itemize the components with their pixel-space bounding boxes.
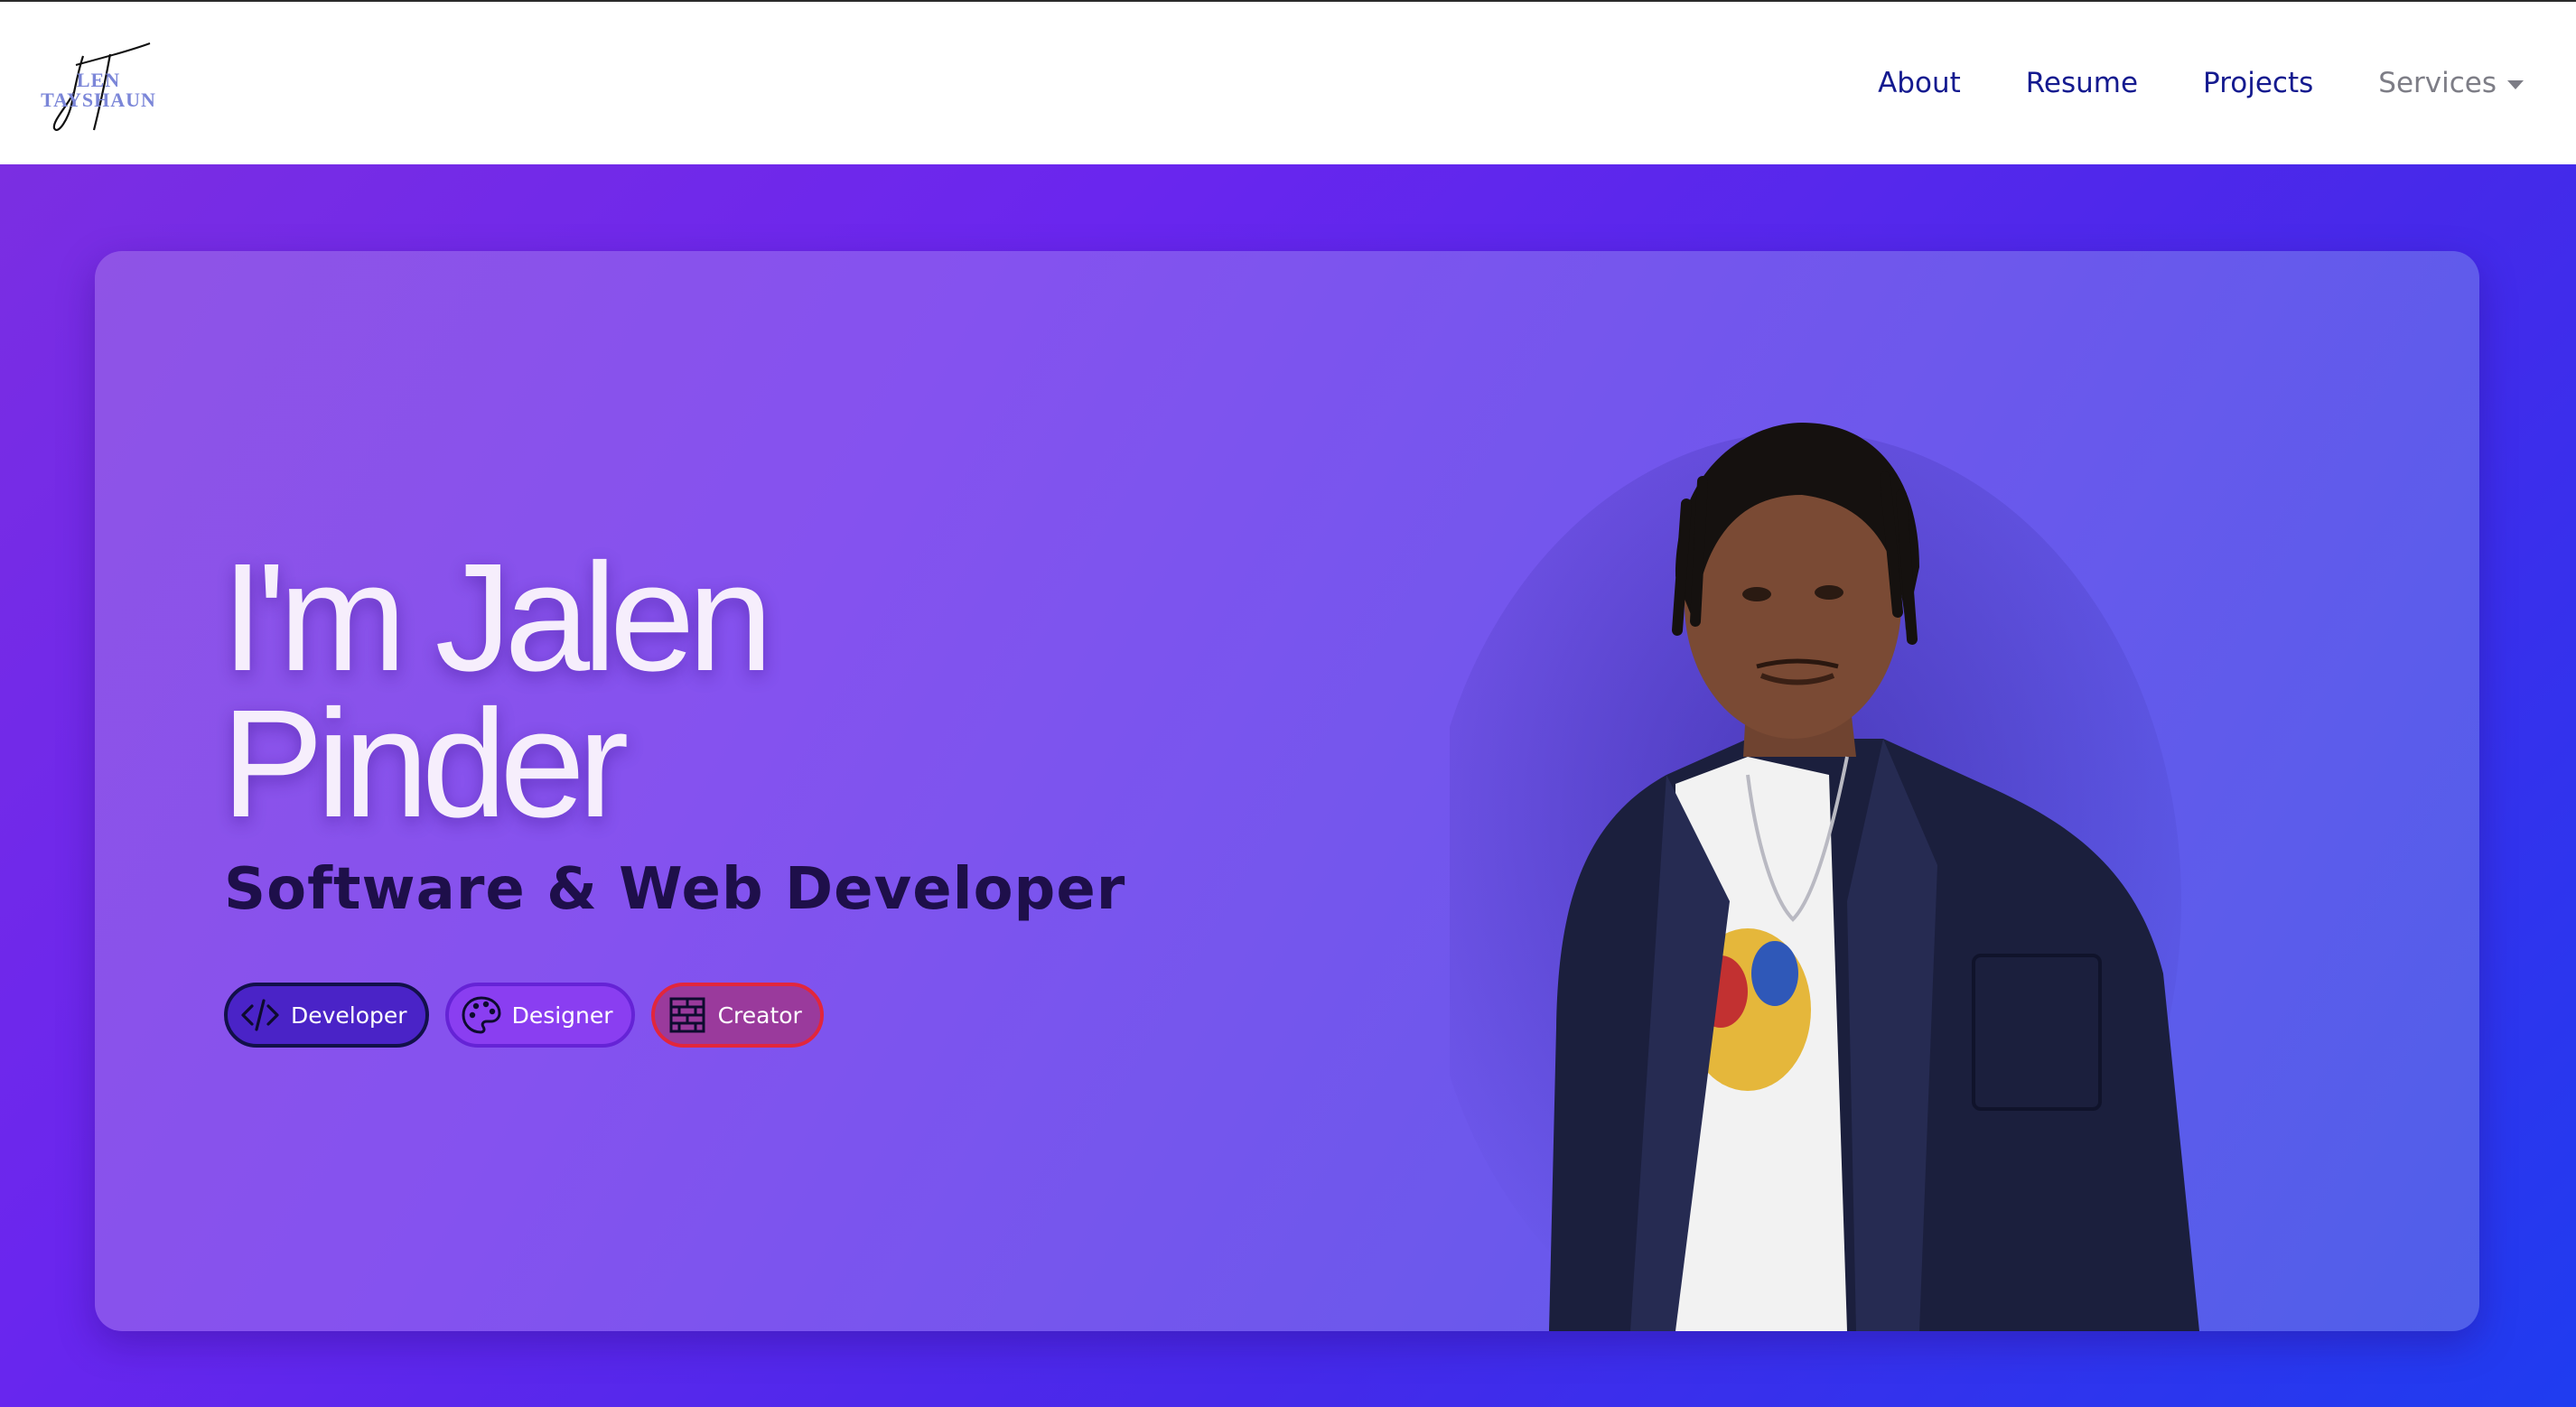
role-tags: Developer Designer Creator (224, 983, 824, 1048)
brick-wall-icon (669, 997, 705, 1033)
code-icon (241, 999, 279, 1031)
site-logo[interactable]: LEN TAYSHAUN (40, 38, 157, 134)
profile-portrait (1450, 423, 2199, 1331)
tag-developer[interactable]: Developer (224, 983, 429, 1048)
logo-text: LEN TAYSHAUN (41, 69, 156, 111)
nav-link-about[interactable]: About (1878, 67, 1961, 99)
hero-section: I'm Jalen Pinder Software & Web Develope… (0, 164, 2576, 1407)
nav-dropdown-services[interactable]: Services (2378, 67, 2524, 99)
hero-card: I'm Jalen Pinder Software & Web Develope… (95, 251, 2479, 1331)
nav-link-resume[interactable]: Resume (2026, 67, 2138, 99)
tag-label: Developer (291, 1002, 407, 1029)
hero-headline: I'm Jalen Pinder (221, 532, 773, 850)
main-nav: About Resume Projects Services (1878, 2, 2524, 164)
tag-label: Designer (511, 1002, 613, 1029)
tag-label: Creator (717, 1002, 802, 1029)
navbar: LEN TAYSHAUN About Resume Projects Servi… (0, 2, 2576, 164)
hero-subtitle: Software & Web Developer (224, 856, 1126, 923)
nav-link-projects[interactable]: Projects (2203, 67, 2313, 99)
palette-icon (462, 996, 501, 1034)
tag-creator[interactable]: Creator (650, 983, 824, 1048)
tag-designer[interactable]: Designer (444, 983, 635, 1048)
caret-down-icon (2507, 80, 2524, 89)
nav-dropdown-label: Services (2378, 67, 2497, 99)
